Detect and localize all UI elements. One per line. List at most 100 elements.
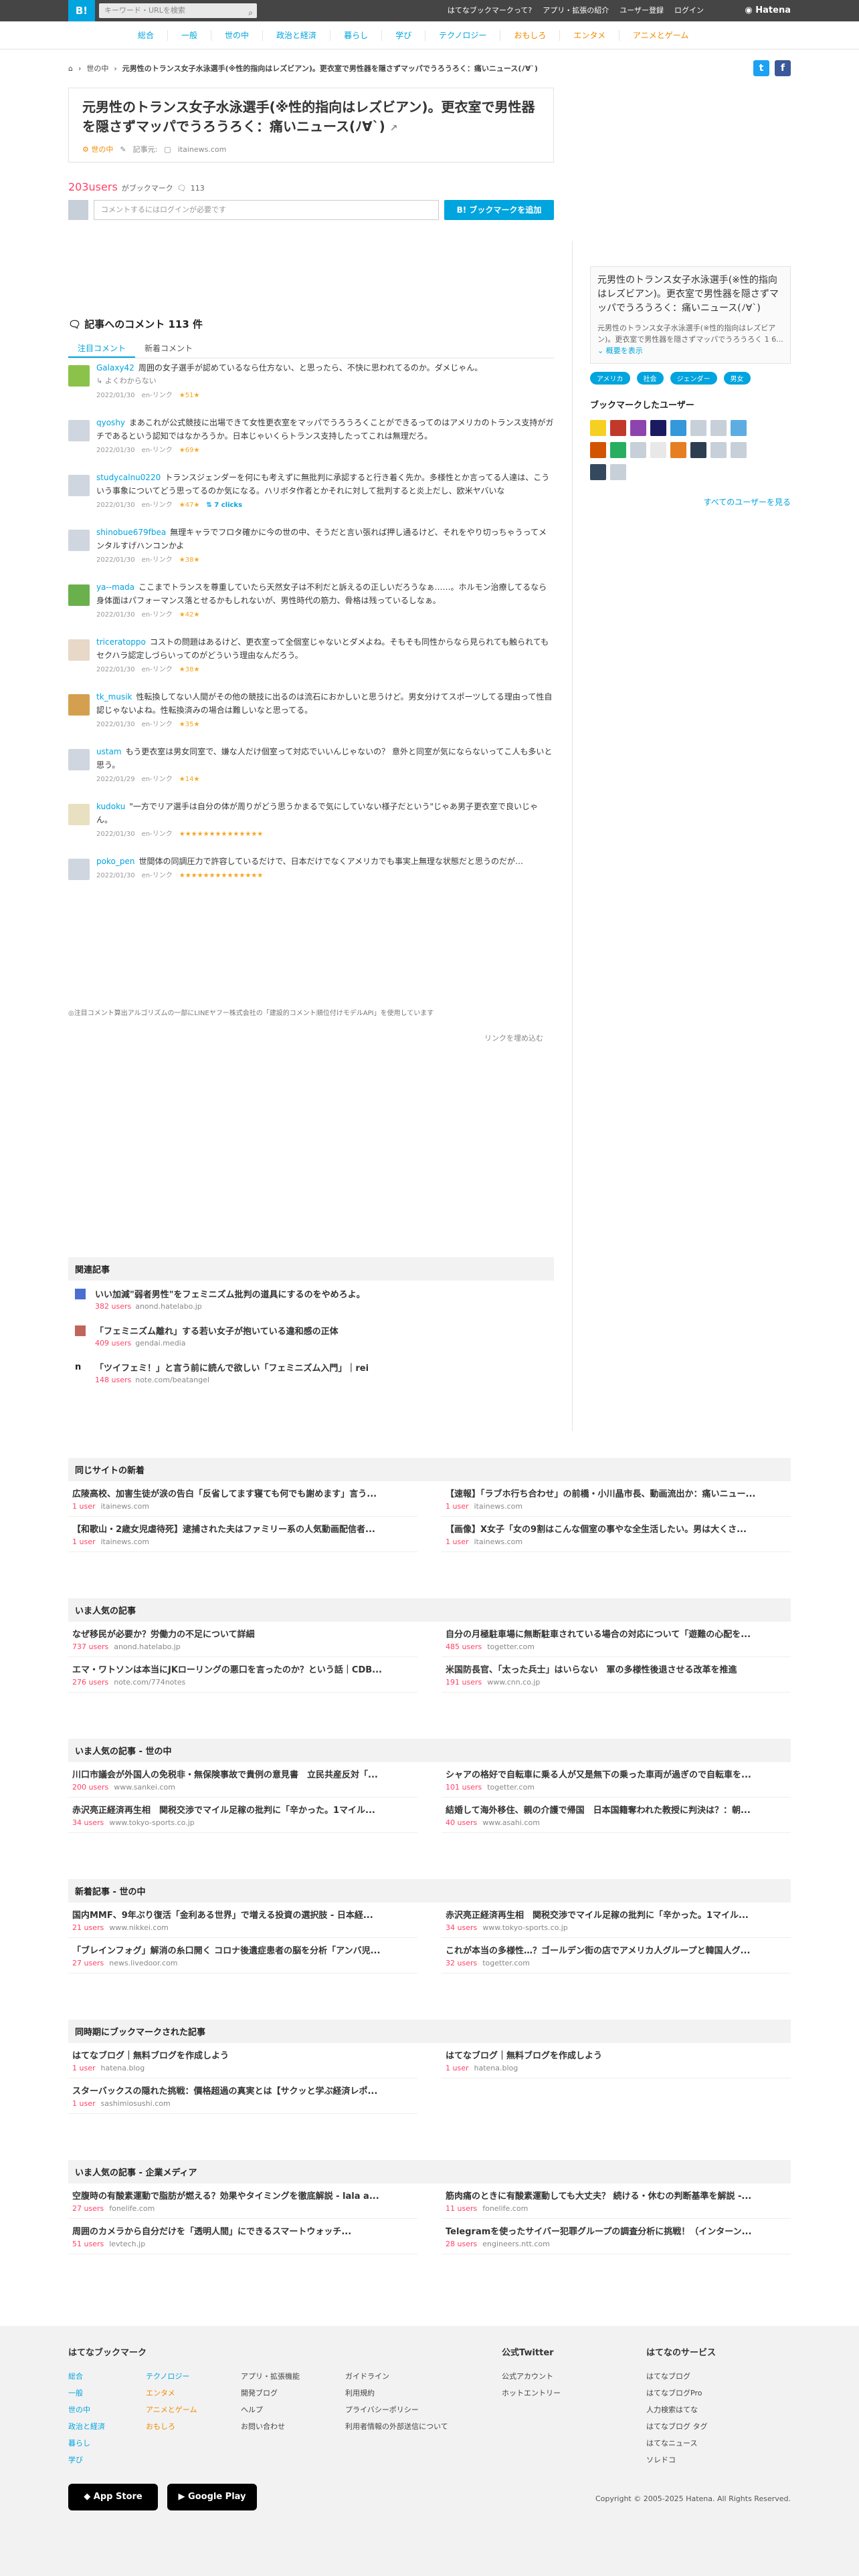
- item-title[interactable]: 空腹時の有酸素運動で脂肪が燃える？効果やタイミングを徹底解説 - lala a.…: [72, 2189, 413, 2202]
- list-item[interactable]: 【速報】「ラブホ行ち合わせ」の前橋・小川晶市長、動画流出か：痛いニュー... 1 …: [442, 1481, 791, 1517]
- list-item[interactable]: 川口市議会が外国人の免税非・無保険事故で貴例の意見書 立民共産反対「... 200…: [68, 1762, 417, 1798]
- list-item[interactable]: 【和歌山・2歳女児虐待死】逮捕された夫はファミリー系の人気動画配信者... 1 u…: [68, 1517, 417, 1552]
- item-users[interactable]: 737 users: [72, 1642, 108, 1651]
- comment-user[interactable]: ya--mada: [96, 582, 134, 592]
- star-count[interactable]: ★★★★★★★★★★★★★★: [179, 869, 264, 883]
- comment-tag[interactable]: ↳ よくわからない: [96, 374, 554, 388]
- comment-link[interactable]: en-リンク: [142, 389, 173, 403]
- comment-date[interactable]: 2022/01/30: [96, 869, 135, 883]
- star-count[interactable]: ★47★: [179, 499, 200, 512]
- apps-link[interactable]: アプリ・拡張の紹介: [543, 0, 609, 21]
- related-title[interactable]: いい加減"弱者男性"をフェミニズム批判の道具にするのをやめろよ。: [95, 1287, 365, 1300]
- user-avatar[interactable]: [670, 442, 686, 458]
- item-users[interactable]: 1 user: [72, 1537, 96, 1546]
- footer-link[interactable]: 利用者情報の外部送信について: [345, 2418, 448, 2435]
- star-count[interactable]: ★38★: [179, 663, 200, 677]
- entry-site[interactable]: itainews.com: [178, 145, 227, 154]
- item-site[interactable]: anond.hatelabo.jp: [114, 1642, 181, 1651]
- user-avatar[interactable]: [771, 442, 787, 458]
- comment-user[interactable]: triceratoppo: [96, 637, 146, 647]
- comment-link[interactable]: en-リンク: [142, 609, 173, 622]
- item-site[interactable]: togetter.com: [482, 1959, 530, 1967]
- item-site[interactable]: itainews.com: [474, 1537, 523, 1546]
- item-title[interactable]: はてなブログ｜無料ブログを作成しよう: [446, 2048, 787, 2061]
- user-avatar[interactable]: [690, 442, 706, 458]
- comment-link[interactable]: en-リンク: [142, 663, 173, 677]
- related-site[interactable]: gendai.media: [135, 1339, 185, 1348]
- nav-item-all[interactable]: 総合: [124, 30, 169, 41]
- user-avatar[interactable]: [751, 442, 767, 458]
- footer-link[interactable]: プライバシーポリシー: [345, 2401, 448, 2418]
- user-avatar[interactable]: [610, 442, 626, 458]
- related-users[interactable]: 382 users: [95, 1302, 131, 1311]
- star-count[interactable]: ★51★: [179, 389, 200, 403]
- list-item[interactable]: 【画像】X女子「女の9割はこんな個室の事やな全生活したい。男は大くさ... 1 u…: [442, 1517, 791, 1552]
- item-title[interactable]: 筋肉痛のときに有酸素運動しても大丈夫？ 続ける・休むの判断基準を解説 -...: [446, 2189, 787, 2202]
- signup-link[interactable]: ユーザー登録: [619, 0, 664, 21]
- list-item[interactable]: 米国防長官、「太った兵士」はいらない 軍の多様性後退させる改革を推進 191 us…: [442, 1657, 791, 1693]
- item-users[interactable]: 27 users: [72, 1959, 104, 1967]
- footer-link[interactable]: テクノロジー: [146, 2368, 197, 2385]
- list-item[interactable]: スターバックスの隠れた挑戦：價格超過の真実とは【サクッと学ぶ経済レポ... 1 u…: [68, 2078, 417, 2114]
- footer-link[interactable]: ヘルプ: [241, 2401, 300, 2418]
- bookmark-users[interactable]: 203users: [68, 181, 118, 193]
- nav-item-society[interactable]: 世の中: [211, 30, 264, 41]
- user-avatar[interactable]: [630, 420, 646, 436]
- item-site[interactable]: www.asahi.com: [482, 1818, 540, 1827]
- list-item[interactable]: これが本当の多様性…？ゴールデン街の店でアメリカ人グループと韓国人グ... 32 …: [442, 1938, 791, 1973]
- tab-new-comments[interactable]: 新着コメント: [135, 338, 202, 358]
- footer-link[interactable]: 政治と経済: [68, 2418, 147, 2435]
- comment-date[interactable]: 2022/01/30: [96, 444, 135, 457]
- user-avatar[interactable]: [771, 420, 787, 436]
- item-title[interactable]: シャアの格好で自転車に乗る人が又是無下の乗った車両が過ぎので自転車を...: [446, 1767, 787, 1780]
- list-item[interactable]: 周囲のカメラから自分だけを「透明人間」にできるスマートウォッチ... 51 use…: [68, 2219, 417, 2254]
- comment-link[interactable]: en-リンク: [142, 444, 173, 457]
- facebook-share-icon[interactable]: f: [775, 60, 791, 76]
- list-item[interactable]: 広陵高校、加害生徒が涙の告白「反省してます寝ても何でも謝めます」言う... 1 u…: [68, 1481, 417, 1517]
- comment-date[interactable]: 2022/01/29: [96, 773, 135, 786]
- comment-link[interactable]: en-リンク: [142, 499, 173, 512]
- item-title[interactable]: エマ・ワトソンは本当にJKローリングの悪口を言ったのか？という話｜CDB...: [72, 1662, 413, 1675]
- comment-link[interactable]: en-リンク: [142, 828, 173, 841]
- item-site[interactable]: www.sankei.com: [114, 1783, 175, 1792]
- nav-item-it[interactable]: テクノロジー: [425, 30, 501, 41]
- add-bookmark-button[interactable]: B! ブックマークを追加: [444, 200, 554, 220]
- footer-link[interactable]: アプリ・拡張機能: [241, 2368, 300, 2385]
- item-site[interactable]: itainews.com: [101, 1502, 150, 1511]
- item-site[interactable]: note.com/774notes: [114, 1678, 185, 1687]
- nav-item-fun[interactable]: おもしろ: [500, 30, 561, 41]
- item-site[interactable]: hatena.blog: [101, 2064, 145, 2072]
- avatar[interactable]: [68, 584, 90, 606]
- item-site[interactable]: itainews.com: [474, 1502, 523, 1511]
- footer-link[interactable]: 学び: [68, 2452, 147, 2468]
- hatena-brand[interactable]: ◉ Hatena: [745, 0, 791, 21]
- comment-link[interactable]: en-リンク: [142, 773, 173, 786]
- external-link-icon[interactable]: ↗: [390, 123, 398, 134]
- nav-item-economics[interactable]: 政治と経済: [263, 30, 331, 41]
- list-item[interactable]: エマ・ワトソンは本当にJKローリングの悪口を言ったのか？という話｜CDB... 2…: [68, 1657, 417, 1693]
- item-site[interactable]: levtech.jp: [109, 2240, 145, 2248]
- avatar[interactable]: [68, 420, 90, 441]
- user-avatar[interactable]: [610, 420, 626, 436]
- footer-link[interactable]: はてなブログPro: [646, 2385, 716, 2401]
- item-users[interactable]: 27 users: [72, 2204, 104, 2213]
- app-store-button[interactable]: ◆ App Store: [68, 2484, 158, 2510]
- footer-link[interactable]: 世の中: [68, 2401, 147, 2418]
- comment-date[interactable]: 2022/01/30: [96, 499, 135, 512]
- avatar[interactable]: [68, 639, 90, 661]
- summary-title[interactable]: 元男性のトランス女子水泳選手(※性的指向はレズビアン)。更衣室で男性器を隠さずマ…: [597, 274, 783, 316]
- footer-link[interactable]: 利用規約: [345, 2385, 448, 2401]
- nav-item-general[interactable]: 一般: [168, 30, 212, 41]
- item-users[interactable]: 276 users: [72, 1678, 108, 1687]
- google-play-button[interactable]: ▶ Google Play: [167, 2484, 257, 2510]
- item-site[interactable]: news.livedoor.com: [109, 1959, 177, 1967]
- item-site[interactable]: www.tokyo-sports.co.jp: [109, 1818, 195, 1827]
- user-avatar[interactable]: [690, 420, 706, 436]
- item-site[interactable]: www.tokyo-sports.co.jp: [482, 1923, 568, 1932]
- item-title[interactable]: 国内MMF、9年ぶり復活「金利ある世界」で増える投資の選択肢 - 日本経...: [72, 1908, 413, 1921]
- tag-item[interactable]: 男女: [723, 372, 751, 385]
- item-users[interactable]: 28 users: [446, 2240, 477, 2248]
- item-title[interactable]: 結婚して海外移住、親の介護で帰国 日本国籍奪われた教授に判決は？：朝...: [446, 1803, 787, 1816]
- star-count[interactable]: ★69★: [179, 444, 200, 457]
- item-users[interactable]: 11 users: [446, 2204, 477, 2213]
